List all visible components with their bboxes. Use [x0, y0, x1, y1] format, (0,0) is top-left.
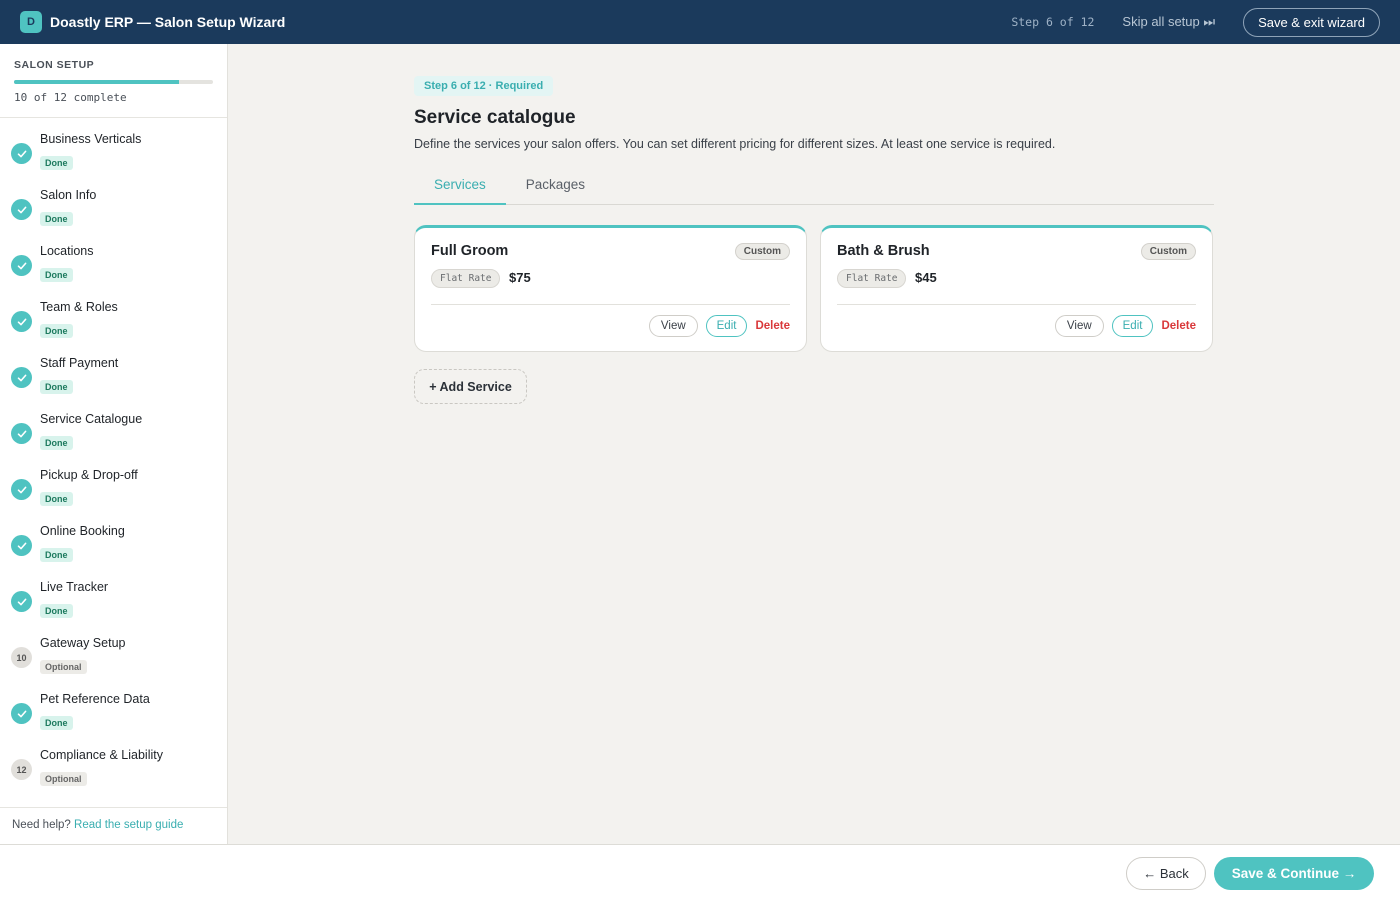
step-status-badge: Done [40, 268, 73, 282]
sidebar-step-label: Compliance & Liability [40, 748, 163, 762]
check-icon [11, 255, 32, 276]
check-icon [11, 311, 32, 332]
setup-guide-link[interactable]: Read the setup guide [74, 819, 183, 831]
service-tag-badge: Custom [734, 243, 790, 260]
sidebar-step-label: Online Booking [40, 524, 125, 538]
sidebar-step-label: Staff Payment [40, 356, 119, 370]
page-title: Service catalogue [414, 107, 576, 128]
delete-service-button[interactable]: Delete [1161, 320, 1196, 332]
step-status-badge: Done [40, 604, 73, 618]
check-icon [11, 591, 32, 612]
skip-all-setup-link[interactable]: Skip all setup ⏭ [1122, 14, 1215, 30]
page-description: Define the services your salon offers. Y… [414, 137, 1056, 151]
sidebar-step-label: Pickup & Drop-off [40, 468, 138, 482]
catalogue-tabs: Services Packages [414, 165, 1214, 205]
service-card-list: Full Groom Custom Flat Rate $75 View Edi… [414, 225, 1213, 352]
step-number-marker: 10 [11, 647, 32, 668]
step-status-badge: Done [40, 716, 73, 730]
back-button[interactable]: ← Back [1126, 857, 1206, 890]
check-icon [11, 143, 32, 164]
rate-type-pill: Flat Rate [431, 269, 501, 288]
sidebar-help: Need help? Read the setup guide [0, 807, 227, 844]
setup-sidebar: SALON SETUP 10 of 12 complete Business V… [0, 44, 228, 844]
tab-services[interactable]: Services [414, 165, 506, 205]
setup-progress-text: 10 of 12 complete [14, 91, 127, 104]
step-status-badge: Done [40, 492, 73, 506]
step-status-badge: Done [40, 380, 73, 394]
sidebar-step-item[interactable]: Live Tracker Done [0, 566, 227, 622]
save-exit-wizard-button[interactable]: Save & exit wizard [1243, 7, 1380, 37]
card-actions: View Edit Delete [1054, 315, 1196, 337]
step-status-badge: Optional [40, 772, 87, 786]
sidebar-step-item[interactable]: Business Verticals Done [0, 118, 227, 174]
service-name: Full Groom [431, 243, 509, 259]
sidebar-step-label: Team & Roles [40, 300, 118, 314]
card-divider [837, 304, 1196, 305]
sidebar-heading: SALON SETUP [14, 59, 95, 71]
step-status-badge: Done [40, 156, 73, 170]
sidebar-step-label: Gateway Setup [40, 636, 126, 650]
app-title: Doastly ERP — Salon Setup Wizard [50, 14, 286, 30]
check-icon [11, 479, 32, 500]
check-icon [11, 703, 32, 724]
service-card: Bath & Brush Custom Flat Rate $45 View E… [820, 225, 1213, 352]
service-price: $45 [915, 270, 937, 285]
sidebar-header: SALON SETUP 10 of 12 complete [0, 44, 227, 118]
view-service-button[interactable]: View [648, 315, 698, 337]
save-continue-button[interactable]: Save & Continue → [1214, 857, 1374, 890]
sidebar-step-label: Pet Reference Data [40, 692, 150, 706]
step-status-badge: Done [40, 436, 73, 450]
sidebar-step-label: Locations [40, 244, 94, 258]
check-icon [11, 535, 32, 556]
sidebar-step-item[interactable]: Service Catalogue Done [0, 398, 227, 454]
service-tag-badge: Custom [1140, 243, 1196, 260]
sidebar-step-item[interactable]: Pet Reference Data Done [0, 678, 227, 734]
sidebar-step-item[interactable]: 10 Gateway Setup Optional [0, 622, 227, 678]
check-icon [11, 367, 32, 388]
service-name: Bath & Brush [837, 243, 930, 259]
card-divider [431, 304, 790, 305]
sidebar-step-item[interactable]: Salon Info Done [0, 174, 227, 230]
help-prefix: Need help? [12, 819, 71, 831]
sidebar-step-item[interactable]: Locations Done [0, 230, 227, 286]
delete-service-button[interactable]: Delete [755, 320, 790, 332]
check-icon [11, 423, 32, 444]
service-card: Full Groom Custom Flat Rate $75 View Edi… [414, 225, 807, 352]
step-status-badge: Done [40, 324, 73, 338]
step-status-badge: Done [40, 548, 73, 562]
top-bar: D Doastly ERP — Salon Setup Wizard Step … [0, 0, 1400, 44]
sidebar-step-item[interactable]: Online Booking Done [0, 510, 227, 566]
sidebar-step-item[interactable]: Staff Payment Done [0, 342, 227, 398]
setup-progress-bar [14, 80, 213, 84]
step-required-pill: Step 6 of 12 · Required [414, 76, 554, 96]
service-price: $75 [509, 270, 531, 285]
tab-packages[interactable]: Packages [506, 165, 605, 205]
sidebar-step-label: Service Catalogue [40, 412, 143, 426]
step-counter: Step 6 of 12 [1011, 15, 1095, 29]
card-actions: View Edit Delete [648, 315, 790, 337]
wizard-footer: ← Back Save & Continue → [0, 844, 1400, 900]
sidebar-step-item[interactable]: Pickup & Drop-off Done [0, 454, 227, 510]
setup-progress-fill [14, 80, 180, 84]
edit-service-button[interactable]: Edit [705, 315, 748, 337]
setup-step-list: Business Verticals Done Salon Info Done Loca… [0, 118, 227, 790]
sidebar-step-label: Business Verticals [40, 132, 142, 146]
top-bar-actions: Step 6 of 12 Skip all setup ⏭ Save & exi… [1011, 7, 1380, 37]
view-service-button[interactable]: View [1054, 315, 1104, 337]
sidebar-step-item[interactable]: Team & Roles Done [0, 286, 227, 342]
sidebar-step-item[interactable]: 12 Compliance & Liability Optional [0, 734, 227, 790]
step-status-badge: Done [40, 212, 73, 226]
rate-type-pill: Flat Rate [837, 269, 907, 288]
step-status-badge: Optional [40, 660, 87, 674]
sidebar-step-label: Live Tracker [40, 580, 109, 594]
check-icon [11, 199, 32, 220]
app-logo: D [20, 11, 42, 33]
edit-service-button[interactable]: Edit [1111, 315, 1154, 337]
sidebar-step-label: Salon Info [40, 188, 97, 202]
add-service-button[interactable]: + Add Service [414, 369, 527, 404]
step-number-marker: 12 [11, 759, 32, 780]
